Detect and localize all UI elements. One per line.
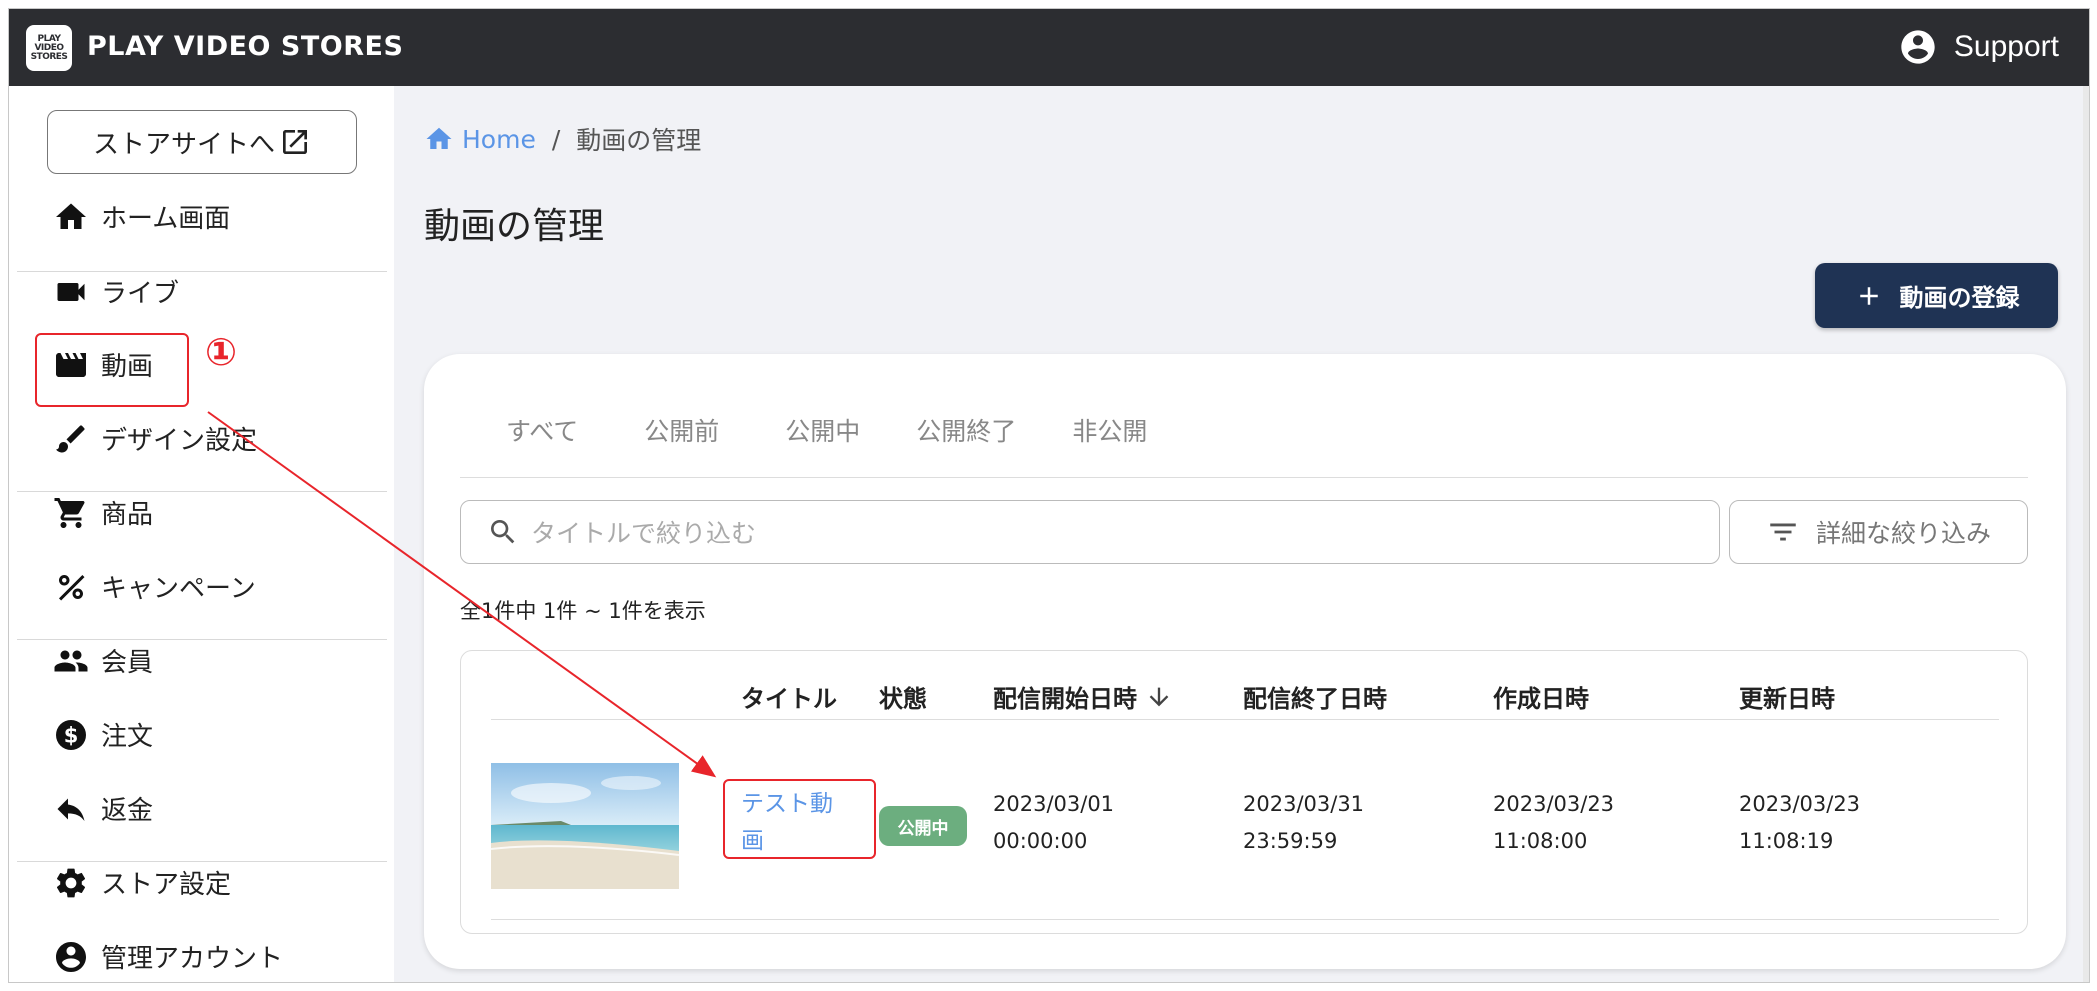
annotation-arrow <box>207 411 717 778</box>
